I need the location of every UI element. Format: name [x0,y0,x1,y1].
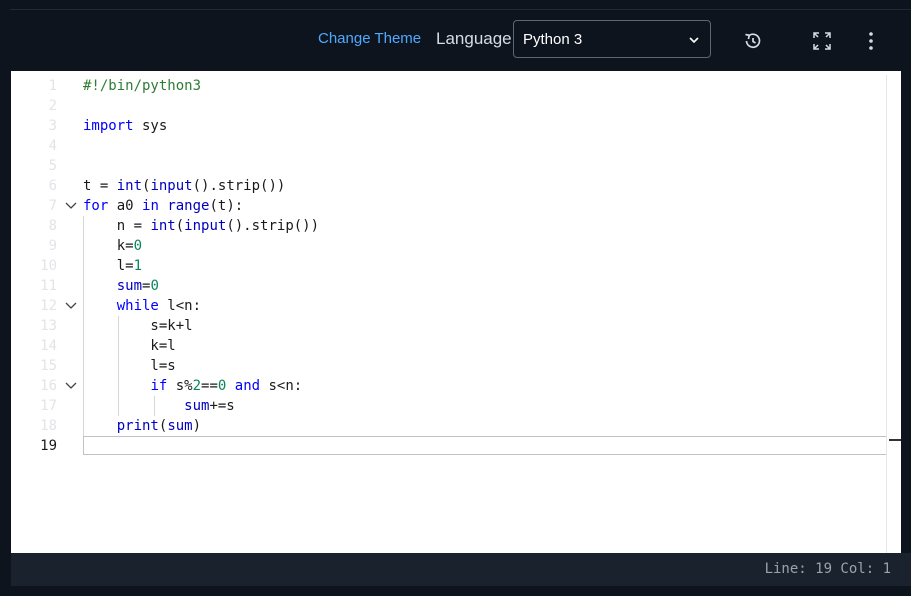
status-bar: Line: 19 Col: 1 [11,553,911,586]
code-editor[interactable]: 1 2 3 4 5 6 7 8 9 10 11 12 13 14 15 16 1… [11,71,901,553]
line-number-active: 19 [40,438,57,454]
fold-chevron-icon[interactable] [64,199,78,213]
code-line: for a0 in range(t): [83,198,244,214]
line-number: 13 [40,318,57,334]
code-line: l=s [83,358,176,374]
line-number: 15 [40,358,57,374]
scrollbar-cursor-marker [889,439,901,441]
language-select[interactable]: Python 3 [513,20,711,58]
line-number: 11 [40,278,57,294]
line-number: 17 [40,398,57,414]
fold-chevron-icon[interactable] [64,299,78,313]
code-line: k=l [83,338,176,354]
fullscreen-icon[interactable] [811,30,833,52]
fold-chevron-icon[interactable] [64,379,78,393]
line-number: 18 [40,418,57,434]
language-value: Python 3 [523,31,583,48]
line-number: 2 [48,98,57,114]
line-number: 12 [40,298,57,314]
line-number: 9 [48,238,57,254]
code-line: print(sum) [116,418,202,434]
chevron-down-icon [688,33,700,50]
line-number: 3 [48,118,57,134]
cursor-position: Line: 19 Col: 1 [764,561,891,577]
editor-toolbar: Change Theme Language Python 3 [10,10,911,71]
code-line: while l<n: [116,298,202,314]
line-number: 7 [48,198,57,214]
code-line: import sys [83,118,168,134]
line-number: 10 [40,258,57,274]
line-number: 1 [48,78,57,94]
code-line: if s%2==0 and s<n: [150,378,303,394]
code-line: n = int(input().strip()) [83,218,320,234]
code-line: l=1 [83,258,143,274]
code-line: sum=0 [116,278,159,294]
line-number: 4 [48,138,57,154]
vertical-scrollbar[interactable] [886,75,901,553]
line-number: 14 [40,338,57,354]
line-number: 16 [40,378,57,394]
top-border [10,0,911,10]
line-number: 6 [48,178,57,194]
current-line-highlight [83,436,900,455]
restore-icon[interactable] [742,30,764,52]
code-line: k=0 [83,238,143,254]
code-line: sum+=s [184,398,235,414]
change-theme-link[interactable]: Change Theme [318,30,421,47]
more-vertical-icon[interactable] [860,30,882,52]
code-line: #!/bin/python3 [83,78,202,94]
line-number: 8 [48,218,57,234]
bottom-border [0,586,911,596]
code-line: s=k+l [83,318,193,334]
code-line: t = int(input().strip()) [83,178,286,194]
line-number: 5 [48,158,57,174]
language-label: Language [436,29,512,48]
